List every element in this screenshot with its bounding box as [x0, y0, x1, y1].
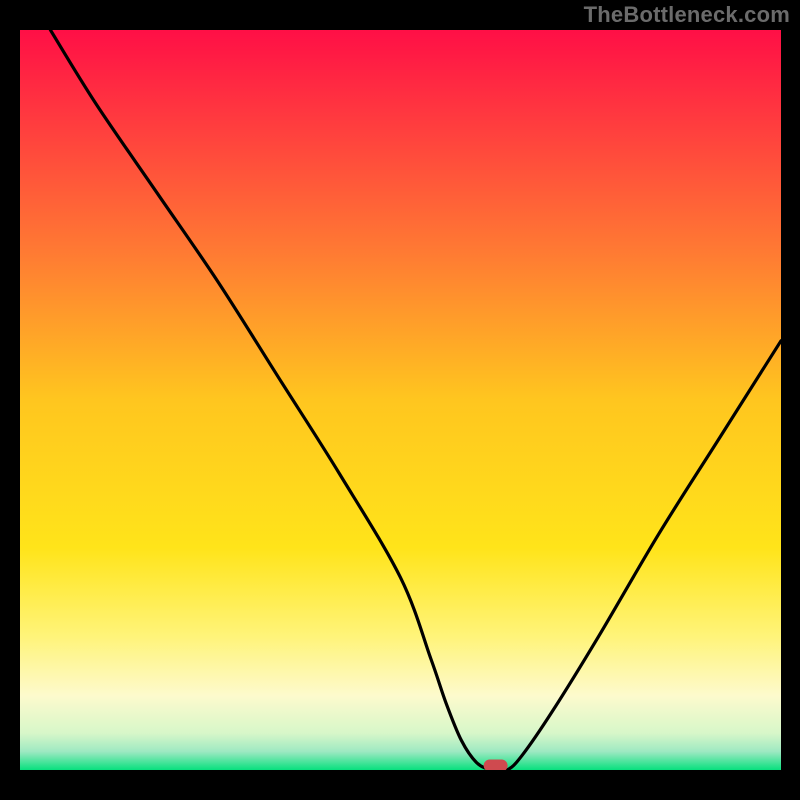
optimum-marker [484, 760, 508, 770]
watermark-text: TheBottleneck.com [584, 2, 790, 28]
chart-svg [20, 30, 781, 770]
plot-area [20, 30, 781, 770]
gradient-background [20, 30, 781, 770]
chart-frame: TheBottleneck.com [0, 0, 800, 800]
